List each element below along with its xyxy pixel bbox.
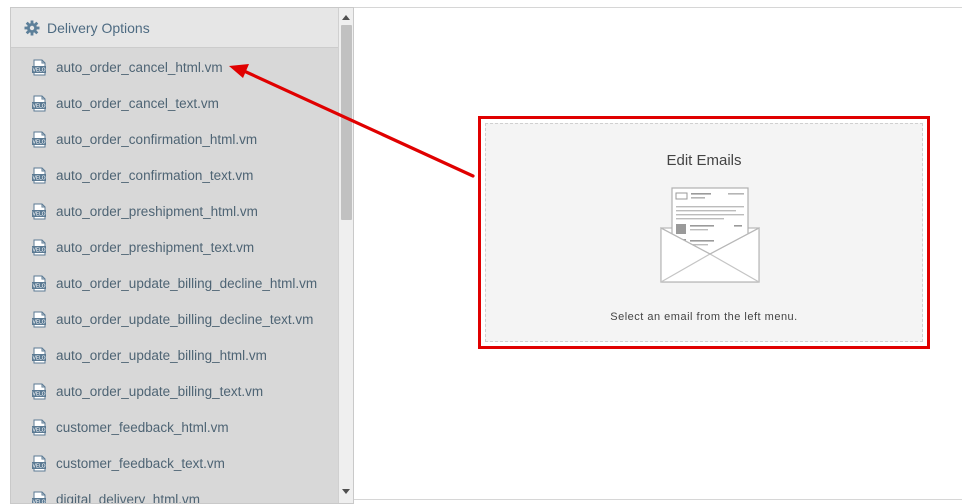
svg-text:VELO: VELO bbox=[32, 463, 45, 469]
template-file-item[interactable]: VELO auto_order_update_billing_decline_ht… bbox=[11, 265, 339, 301]
velocity-file-icon: VELO bbox=[32, 347, 46, 363]
velocity-file-icon: VELO bbox=[32, 203, 46, 219]
edit-emails-placeholder: Edit Emails Select an email from the lef… bbox=[485, 123, 923, 342]
email-envelope-icon bbox=[660, 187, 760, 283]
sidebar-scrollbar[interactable] bbox=[338, 8, 353, 503]
template-file-label: auto_order_confirmation_html.vm bbox=[56, 131, 258, 147]
template-file-item[interactable]: VELO auto_order_update_billing_text.vm bbox=[11, 373, 339, 409]
template-file-label: auto_order_update_billing_html.vm bbox=[56, 347, 267, 363]
template-file-item[interactable]: VELO auto_order_confirmation_text.vm bbox=[11, 157, 339, 193]
velocity-file-icon: VELO bbox=[32, 455, 46, 471]
template-file-item[interactable]: VELO auto_order_preshipment_html.vm bbox=[11, 193, 339, 229]
template-file-label: auto_order_preshipment_html.vm bbox=[56, 203, 258, 219]
velocity-file-icon: VELO bbox=[32, 131, 46, 147]
template-file-label: auto_order_confirmation_text.vm bbox=[56, 167, 254, 183]
template-file-item[interactable]: VELO auto_order_update_billing_decline_te… bbox=[11, 301, 339, 337]
annotation-highlight-box: Edit Emails Select an email from the lef… bbox=[478, 116, 930, 349]
template-sidebar: Delivery Options VELO auto_order_cancel_h… bbox=[10, 7, 354, 504]
velocity-file-icon: VELO bbox=[32, 311, 46, 327]
template-file-item[interactable]: VELO auto_order_cancel_html.vm bbox=[11, 49, 339, 85]
template-file-label: customer_feedback_text.vm bbox=[56, 455, 225, 471]
svg-text:VELO: VELO bbox=[32, 211, 45, 217]
velocity-file-icon: VELO bbox=[32, 419, 46, 435]
gear-icon bbox=[24, 20, 40, 35]
scroll-up-arrow-icon[interactable] bbox=[339, 10, 353, 24]
svg-text:VELO: VELO bbox=[32, 247, 45, 253]
delivery-options-header[interactable]: Delivery Options bbox=[11, 8, 339, 48]
svg-text:VELO: VELO bbox=[32, 499, 45, 504]
template-file-item[interactable]: VELO digital_delivery_html.vm bbox=[11, 481, 339, 504]
svg-text:VELO: VELO bbox=[32, 391, 45, 397]
svg-text:VELO: VELO bbox=[32, 67, 45, 73]
template-file-item[interactable]: VELO auto_order_confirmation_html.vm bbox=[11, 121, 339, 157]
svg-text:VELO: VELO bbox=[32, 319, 45, 325]
svg-text:VELO: VELO bbox=[32, 355, 45, 361]
velocity-file-icon: VELO bbox=[32, 383, 46, 399]
velocity-file-icon: VELO bbox=[32, 167, 46, 183]
delivery-options-label: Delivery Options bbox=[47, 19, 150, 36]
template-file-item[interactable]: VELO auto_order_preshipment_text.vm bbox=[11, 229, 339, 265]
template-file-label: customer_feedback_html.vm bbox=[56, 419, 229, 435]
velocity-file-icon: VELO bbox=[32, 491, 46, 504]
template-file-item[interactable]: VELO customer_feedback_text.vm bbox=[11, 445, 339, 481]
svg-text:VELO: VELO bbox=[32, 103, 45, 109]
velocity-file-icon: VELO bbox=[32, 239, 46, 255]
template-file-label: auto_order_update_billing_decline_html.v… bbox=[56, 275, 318, 291]
template-file-item[interactable]: VELO auto_order_update_billing_html.vm bbox=[11, 337, 339, 373]
svg-text:VELO: VELO bbox=[32, 175, 45, 181]
template-file-label: digital_delivery_html.vm bbox=[56, 491, 201, 504]
template-file-label: auto_order_preshipment_text.vm bbox=[56, 239, 255, 255]
svg-text:VELO: VELO bbox=[32, 427, 45, 433]
svg-text:VELO: VELO bbox=[32, 283, 45, 289]
velocity-file-icon: VELO bbox=[32, 275, 46, 291]
template-file-label: auto_order_update_billing_text.vm bbox=[56, 383, 264, 399]
template-file-item[interactable]: VELO customer_feedback_html.vm bbox=[11, 409, 339, 445]
template-file-label: auto_order_cancel_text.vm bbox=[56, 95, 219, 111]
velocity-file-icon: VELO bbox=[32, 95, 46, 111]
template-file-item[interactable]: VELO auto_order_cancel_text.vm bbox=[11, 85, 339, 121]
scrollbar-thumb[interactable] bbox=[341, 25, 352, 220]
template-file-list: VELO auto_order_cancel_html.vm VELO auto_or… bbox=[11, 49, 339, 504]
template-file-label: auto_order_update_billing_decline_text.v… bbox=[56, 311, 314, 327]
template-file-label: auto_order_cancel_html.vm bbox=[56, 59, 223, 75]
velocity-file-icon: VELO bbox=[32, 59, 46, 75]
svg-text:VELO: VELO bbox=[32, 139, 45, 145]
scroll-down-arrow-icon[interactable] bbox=[339, 484, 353, 498]
edit-emails-title: Edit Emails bbox=[666, 152, 742, 169]
select-email-hint: Select an email from the left menu. bbox=[610, 311, 798, 323]
